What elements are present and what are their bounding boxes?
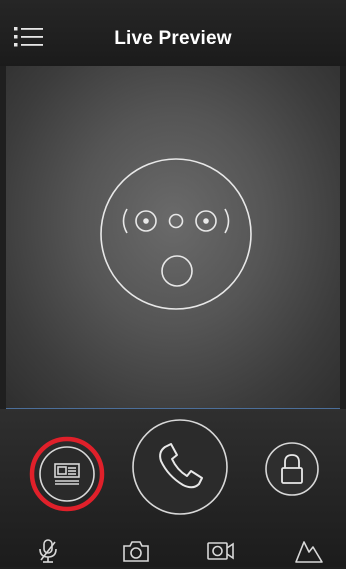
- phone-handset-icon: [132, 419, 228, 515]
- camera-icon: [123, 541, 149, 562]
- microphone-button[interactable]: [33, 538, 63, 564]
- page-title: Live Preview: [114, 28, 232, 49]
- record-button[interactable]: [206, 538, 236, 564]
- surprised-face-icon: [100, 158, 252, 310]
- live-preview-area[interactable]: [6, 66, 340, 409]
- chart-button[interactable]: [294, 538, 324, 564]
- unlock-button[interactable]: [264, 441, 320, 497]
- call-button[interactable]: [131, 418, 229, 516]
- message-button[interactable]: [29, 436, 105, 512]
- microphone-icon: [39, 539, 57, 563]
- padlock-icon: [265, 442, 319, 496]
- message-card-icon: [29, 436, 105, 512]
- snapshot-button[interactable]: [121, 538, 151, 564]
- mountain-chart-icon: [295, 541, 323, 563]
- video-record-icon: [207, 542, 234, 560]
- top-bar: Live Preview: [0, 0, 346, 66]
